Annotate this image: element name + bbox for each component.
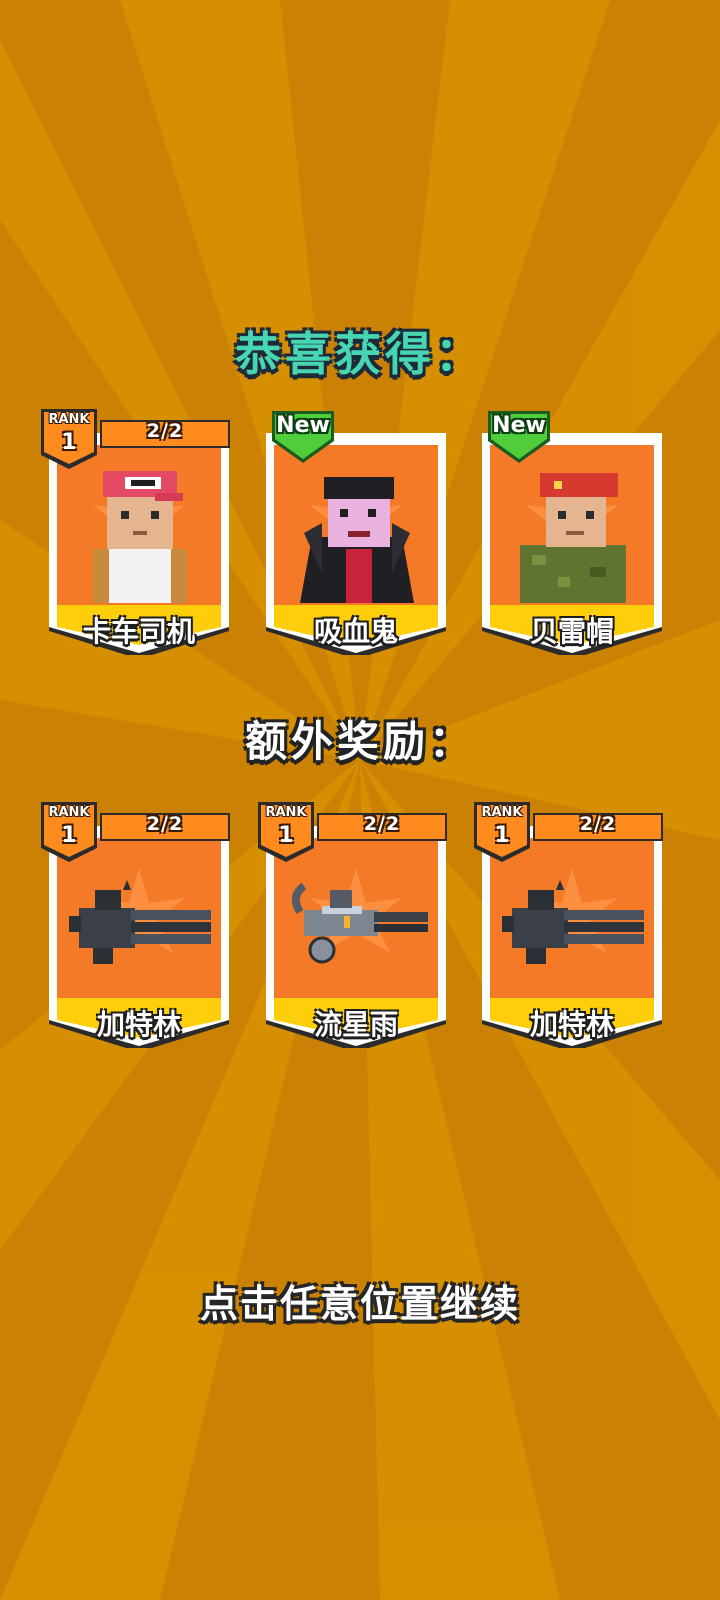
bonus-card-gatling-2[interactable]: 加特林 RANK 1 2/2 bbox=[474, 802, 666, 1048]
reward-title: 恭喜获得： bbox=[235, 327, 485, 381]
gatling-gun-icon bbox=[69, 880, 211, 964]
rank-label: RANK bbox=[481, 805, 523, 820]
rank-number: 1 bbox=[61, 823, 77, 848]
count-label: 2/2 bbox=[363, 813, 401, 835]
reward-name: 吸血鬼 bbox=[313, 615, 398, 648]
truck-driver-character-icon bbox=[93, 471, 187, 603]
reward-card-vampire[interactable]: 吸血鬼 New bbox=[262, 411, 450, 655]
rank-label: RANK bbox=[48, 805, 90, 820]
rank-number: 1 bbox=[61, 430, 77, 455]
continue-prompt[interactable]: 点击任意位置继续 bbox=[0, 1273, 720, 1328]
reward-screen[interactable]: 恭喜获得： 卡车司机 RANK 1 2/2 吸血鬼 New 贝雷帽 New 额外… bbox=[0, 0, 720, 1600]
new-label: New bbox=[276, 413, 330, 438]
reward-card-beret[interactable]: 贝雷帽 New bbox=[478, 411, 666, 655]
sunburst-background bbox=[0, 0, 720, 1600]
meteor-shower-gun-icon bbox=[291, 882, 428, 964]
vampire-character-icon bbox=[300, 477, 414, 603]
reward-name: 流星雨 bbox=[313, 1008, 398, 1041]
rank-number: 1 bbox=[278, 823, 294, 848]
count-label: 2/2 bbox=[579, 813, 617, 835]
beret-soldier-character-icon bbox=[520, 473, 626, 603]
bonus-title: 额外奖励： bbox=[244, 717, 475, 766]
new-label: New bbox=[492, 413, 546, 438]
reward-name: 贝雷帽 bbox=[529, 615, 614, 648]
gatling-gun-icon bbox=[502, 880, 644, 964]
rank-label: RANK bbox=[48, 412, 90, 427]
reward-name: 加特林 bbox=[96, 1008, 181, 1041]
count-label: 2/2 bbox=[146, 813, 184, 835]
bonus-card-gatling[interactable]: 加特林 RANK 1 2/2 bbox=[41, 802, 233, 1048]
count-label: 2/2 bbox=[146, 420, 184, 442]
bonus-card-meteor[interactable]: 流星雨 RANK 1 2/2 bbox=[258, 802, 450, 1048]
reward-card-truck-driver[interactable]: 卡车司机 RANK 1 2/2 bbox=[41, 409, 233, 655]
rank-number: 1 bbox=[494, 823, 510, 848]
reward-name: 卡车司机 bbox=[82, 615, 195, 648]
rank-label: RANK bbox=[265, 805, 307, 820]
reward-name: 加特林 bbox=[529, 1008, 614, 1041]
